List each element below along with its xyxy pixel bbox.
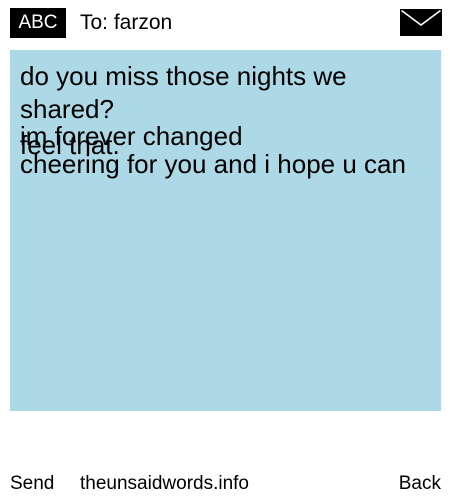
message-body[interactable]: do you miss those nights we shared? im f… bbox=[10, 50, 441, 411]
message-line: shared? bbox=[20, 94, 114, 124]
message-line: do you miss those nights we bbox=[20, 61, 347, 91]
message-line: cheering for you and i hope u can bbox=[20, 149, 406, 179]
send-button[interactable]: Send bbox=[10, 472, 54, 496]
back-button[interactable]: Back bbox=[399, 472, 441, 496]
envelope-icon[interactable] bbox=[400, 9, 442, 36]
recipient-label: To: farzon bbox=[80, 11, 173, 34]
input-mode-badge[interactable]: ABC bbox=[10, 8, 66, 38]
site-link[interactable]: theunsaidwords.info bbox=[80, 472, 249, 496]
